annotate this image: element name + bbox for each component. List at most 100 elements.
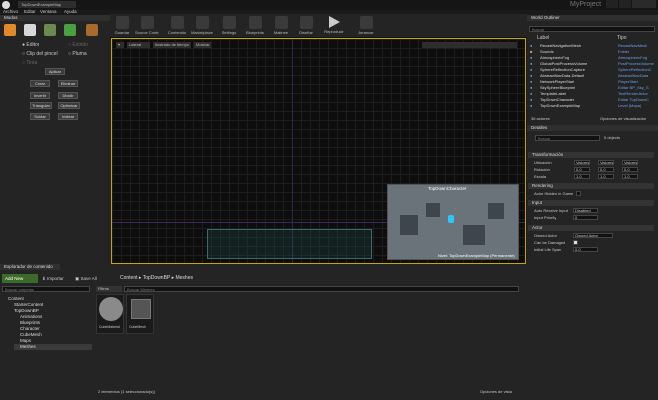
eye-icon[interactable]: ●: [530, 79, 532, 85]
close-button[interactable]: [632, 0, 656, 8]
outliner-tab[interactable]: World Outliner: [527, 15, 658, 21]
input-section[interactable]: Input: [528, 200, 654, 206]
viewport-transform-tools[interactable]: [422, 42, 517, 48]
geometry-mode-icon[interactable]: [86, 24, 98, 36]
apply-button[interactable]: Aplicar: [45, 68, 65, 75]
eye-icon[interactable]: ●: [530, 55, 532, 61]
radio-clip[interactable]: ○ Clip del pincel: [22, 51, 58, 57]
rotation-y[interactable]: 0.0: [598, 167, 614, 172]
level-tab[interactable]: TopDownExampleMap: [18, 1, 76, 8]
location-values[interactable]: Valores: [574, 160, 590, 165]
eye-icon[interactable]: ●: [530, 73, 532, 79]
table-row[interactable]: ● AtmosphericFog AtmosphericFog: [528, 55, 654, 61]
col-type[interactable]: Tipo: [617, 35, 627, 41]
view-options-button[interactable]: Opciones de vista: [480, 389, 512, 394]
triangulate-button[interactable]: Triangular: [30, 102, 52, 109]
viewport-options-button[interactable]: ▾: [116, 42, 124, 48]
weld-button[interactable]: Soldar: [30, 113, 50, 120]
details-search[interactable]: Buscar: [535, 135, 600, 141]
split-button[interactable]: Dividir: [58, 92, 78, 99]
tree-item-selected[interactable]: Meshes: [14, 344, 92, 350]
table-row[interactable]: ● AbstractNavData-Default AbstractNavData: [528, 73, 654, 79]
settings-button[interactable]: Settings: [217, 15, 241, 37]
place-mode-icon[interactable]: [4, 24, 16, 36]
minimize-button[interactable]: [606, 0, 618, 8]
table-row[interactable]: ● TopDownCharacter Editar TopDownC: [528, 97, 654, 103]
scale-x[interactable]: 1.0: [574, 174, 590, 179]
content-browser-tab[interactable]: Explorador de contenido: [0, 264, 60, 270]
build-button[interactable]: Diseñar: [294, 15, 318, 37]
paint-mode-icon[interactable]: [24, 24, 36, 36]
scale-y[interactable]: 1.0: [598, 174, 614, 179]
table-row[interactable]: ● TopDownExampleMap Level (Mapa): [528, 103, 654, 109]
eye-icon[interactable]: ●: [530, 43, 532, 49]
folder-search[interactable]: Buscar carpetas: [2, 286, 90, 292]
show-button[interactable]: Mostrar: [194, 42, 211, 48]
lit-button[interactable]: Ilustrado de tiempo: [153, 42, 191, 48]
rotation-x[interactable]: 0.0: [574, 167, 590, 172]
blueprints-button[interactable]: Blueprints: [243, 15, 267, 37]
auto-input-select[interactable]: Disabled: [573, 208, 598, 213]
table-row[interactable]: ■ Sounds Folder: [528, 49, 654, 55]
eye-icon[interactable]: ●: [530, 85, 532, 91]
lifespan-field[interactable]: 0.0: [573, 247, 598, 252]
import-button[interactable]: ⬇ Importar: [42, 274, 64, 283]
delete-button[interactable]: Eliminar: [58, 80, 78, 87]
eye-icon[interactable]: ●: [530, 91, 532, 97]
save-button[interactable]: Guardar: [110, 15, 134, 37]
radio-editor[interactable]: ● Editor: [22, 42, 39, 48]
scale-z[interactable]: 1.0: [622, 174, 638, 179]
radio-pluma[interactable]: ○ Pluma: [68, 51, 87, 57]
play-button[interactable]: Reproducir: [322, 15, 346, 37]
content-button[interactable]: Contenido: [165, 15, 189, 37]
view-options-button[interactable]: Opciones de visualización: [600, 116, 646, 121]
eye-icon[interactable]: ●: [530, 97, 532, 103]
table-row[interactable]: ● NetworkPlayerStart PlayerStart: [528, 79, 654, 85]
optimize-button[interactable]: Optimizar: [58, 102, 80, 109]
owner-select[interactable]: Owned Actor: [573, 233, 613, 238]
matinee-button[interactable]: Matinee: [269, 15, 293, 37]
preview-window[interactable]: TopDownCharacter Nivel: TopDownExampleMa…: [387, 184, 519, 260]
eye-icon[interactable]: ●: [530, 61, 532, 67]
radio-estrido[interactable]: ○ Estrido: [68, 42, 88, 48]
table-row[interactable]: ● SphereReflectionCapture SphereReflection…: [528, 67, 654, 73]
damage-checkbox[interactable]: [573, 240, 578, 245]
eye-icon[interactable]: ●: [530, 67, 532, 73]
asset-tile[interactable]: CubeMaterial: [96, 294, 124, 334]
level-viewport[interactable]: ▾ Lateral Ilustrado de tiempo Mostrar To…: [111, 38, 526, 264]
invert-button[interactable]: Invertir: [30, 92, 50, 99]
modes-tab[interactable]: Modos: [0, 15, 110, 21]
transform-section[interactable]: Transformación: [528, 152, 654, 158]
col-label[interactable]: Label: [537, 35, 549, 41]
table-row[interactable]: ● RecastNavigationMesh RecastNavMesh: [528, 43, 654, 49]
location-values-z[interactable]: Valores: [622, 160, 638, 165]
rendering-section[interactable]: Rendering: [528, 183, 654, 189]
flip-button[interactable]: Voltear: [58, 113, 78, 120]
create-button[interactable]: Crear: [30, 80, 50, 87]
actor-section[interactable]: Actor: [528, 225, 654, 231]
source-control-button[interactable]: Source Control: [135, 15, 159, 37]
rotation-z[interactable]: 0.0: [622, 167, 638, 172]
breadcrumb-topdownbp[interactable]: TopDownBP: [143, 275, 170, 281]
save-all-button[interactable]: ▣ Save All: [75, 274, 97, 283]
table-row[interactable]: ● SkySphereBlueprint Editar BP_Sky_S: [528, 85, 654, 91]
outliner-search[interactable]: Buscar: [529, 26, 655, 32]
asset-tile[interactable]: CubeMesh: [126, 294, 154, 334]
table-row[interactable]: ● GlobalPostProcessVolume PostProcessVolum…: [528, 61, 654, 67]
hidden-checkbox[interactable]: [576, 191, 581, 196]
eye-icon[interactable]: ●: [530, 103, 532, 109]
perspective-button[interactable]: Lateral: [127, 42, 150, 48]
radio-tinta[interactable]: ○ Tinta: [22, 60, 37, 66]
asset-search[interactable]: Buscar Meshes: [124, 286, 519, 292]
priority-field[interactable]: 0: [573, 215, 598, 220]
marketplace-button[interactable]: Marketplace: [190, 15, 214, 37]
location-values-y[interactable]: Valores: [598, 160, 614, 165]
breadcrumb-meshes[interactable]: Meshes: [175, 275, 193, 281]
breadcrumb-content[interactable]: Content: [120, 275, 138, 281]
filters-button[interactable]: Filtros: [96, 286, 122, 292]
add-new-button[interactable]: Add New: [2, 274, 38, 283]
table-row[interactable]: ● TemplateLabel TextRenderActor: [528, 91, 654, 97]
landscape-mode-icon[interactable]: [44, 24, 56, 36]
maximize-button[interactable]: [619, 0, 631, 8]
launch-button[interactable]: Arrancar: [354, 15, 378, 37]
